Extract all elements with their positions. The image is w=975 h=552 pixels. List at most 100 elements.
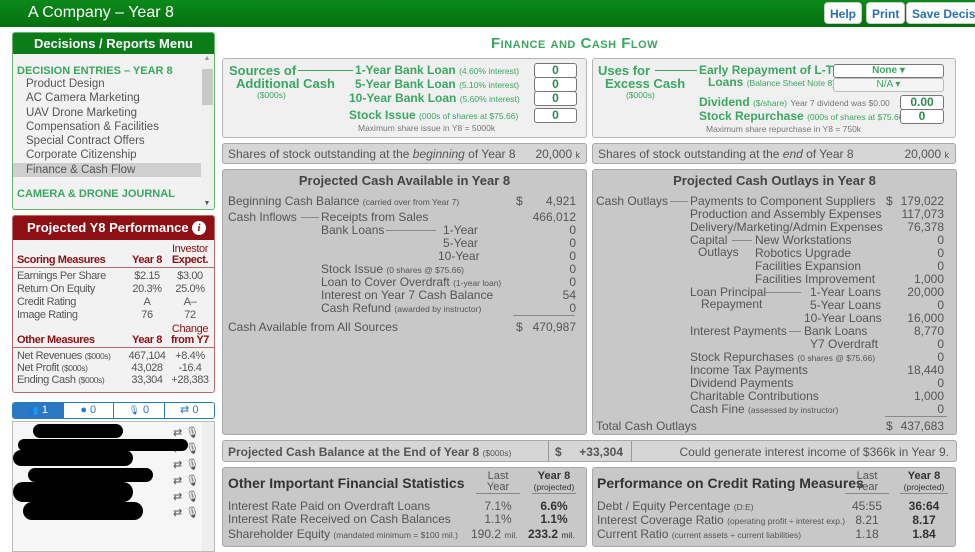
measure-label: Return On Equity <box>17 283 95 295</box>
loan-5y-input[interactable]: 0 <box>534 77 577 92</box>
scroll-up-icon[interactable]: ▲ <box>201 55 213 62</box>
early-repayment-note: (Balance Sheet Note 8) <box>746 78 836 88</box>
shares-beginning-bar: Shares of stock outstanding at the begin… <box>222 143 587 164</box>
stock-issue-input[interactable]: 0 <box>534 108 577 123</box>
tax-value: 18,440 <box>907 363 944 377</box>
col-year8: Year 8 (projected) <box>900 471 948 493</box>
redacted-area <box>33 424 123 438</box>
measure-expect: 72 <box>184 309 196 321</box>
loan-5y-row: 5-Year Bank Loan (5.10% interest) <box>355 77 519 91</box>
tax-label: Income Tax Payments <box>690 363 808 377</box>
scoring-row: Credit Rating A A– <box>17 296 211 308</box>
top-bar: A Company – Year 8 Help Print Save Decis… <box>0 0 975 27</box>
production-value: 117,073 <box>901 207 945 221</box>
stock-issue-label: Stock Issue (0 shares @ $75.66) <box>321 262 464 276</box>
measure-label: Earnings Per Share <box>17 270 106 282</box>
label: Debt / Equity Percentage <box>597 499 731 513</box>
cash-outlays-title: Projected Cash Outlays in Year 8 <box>673 173 876 188</box>
dividend-prev-note: Year 7 dividend was $0.00 <box>790 98 890 108</box>
interest-coverage-y8: 8.17 <box>912 513 936 527</box>
info-icon[interactable]: i <box>192 221 206 235</box>
total-outlays-label: Total Cash Outlays <box>596 419 697 433</box>
measure-expect: $3.00 <box>177 270 203 282</box>
redacted-area <box>23 502 143 520</box>
investor-expect-header-line2: Expect. <box>171 254 209 266</box>
current-ratio-y8: 1.84 <box>912 527 936 541</box>
measure-change: +28,383 <box>171 374 209 386</box>
current-ratio-last: 1.18 <box>855 527 879 541</box>
app-title: A Company – Year 8 <box>28 4 174 21</box>
int-bank-value: 8,770 <box>913 324 944 338</box>
row-actions[interactable]: ⇄ 🎙 <box>173 458 199 471</box>
menu-item-product-design[interactable]: Product Design <box>13 77 201 91</box>
measure-name: Ending Cash <box>17 374 76 386</box>
loan-1y-row: 1-Year Bank Loan (4.60% interest) <box>355 63 519 77</box>
row-actions[interactable]: ⇄ 🎙 <box>173 474 199 487</box>
dividend-note: ($/share) <box>753 98 788 108</box>
user-list-scrollbar[interactable] <box>202 422 214 551</box>
menu-scroll-thumb[interactable] <box>202 69 213 105</box>
label: Stock Repurchases <box>690 350 795 364</box>
tab-comments[interactable]: ● 0 <box>63 403 114 418</box>
loan-10y-value: 0 <box>569 249 576 263</box>
label-emphasis: end <box>782 147 803 161</box>
label: Cash Refund <box>321 301 392 315</box>
menu-item-uav-drone-marketing[interactable]: UAV Drone Marketing <box>13 106 201 120</box>
repurchase-input[interactable]: 0 <box>900 109 944 124</box>
tab-users[interactable]: 👥 1 <box>13 403 64 418</box>
scroll-down-icon[interactable]: ▼ <box>201 200 213 207</box>
col-text: Year 8 <box>907 470 941 482</box>
label: Beginning Cash Balance <box>228 194 360 208</box>
dividend-payments-value: 0 <box>937 376 944 390</box>
menu-item-special-contract-offers[interactable]: Special Contract Offers <box>13 134 201 148</box>
total-rule <box>513 315 575 316</box>
row-actions[interactable]: ⇄ 🎙 <box>173 506 199 519</box>
loan-10y-input[interactable]: 0 <box>534 91 577 106</box>
tab-count: 0 <box>90 404 97 416</box>
menu-scrollbar[interactable]: ▲ ▼ <box>201 55 213 209</box>
redacted-area <box>13 482 133 502</box>
dividend-input[interactable]: 0.00 <box>900 95 944 110</box>
users-icon: 👥 <box>27 405 39 415</box>
col-note: (projected) <box>903 482 945 492</box>
col-underline <box>900 493 948 494</box>
cash-fine-label: Cash Fine (assessed by instructor) <box>690 402 838 416</box>
menu-item-corporate-citizenship[interactable]: Corporate Citizenship <box>13 148 201 162</box>
row-actions[interactable]: ⇄ 🎙 <box>173 426 199 439</box>
early-repayment-loan-select[interactable]: N/A ▾ <box>833 78 944 92</box>
menu-section-camera-drone-journal[interactable]: CAMERA & DRONE JOURNAL <box>13 188 214 200</box>
early-repayment-row2: Loans (Balance Sheet Note 8) <box>708 75 835 89</box>
total-available-label: Cash Available from All Sources <box>228 320 398 334</box>
charity-value: 1,000 <box>913 389 944 403</box>
help-button[interactable]: Help <box>824 2 863 24</box>
debt-equity-label: Debt / Equity Percentage (D:E) <box>597 499 754 513</box>
row-actions[interactable]: ⇄ 🎙 <box>173 490 199 503</box>
tab-retweet[interactable]: ⇄ 0 <box>164 403 214 418</box>
label: Stock Issue <box>321 262 384 276</box>
cash-inflows-label: Cash Inflows <box>228 210 297 224</box>
connector-line <box>765 292 801 293</box>
tab-microphone[interactable]: 🎙 0 <box>114 403 165 418</box>
comments-icon: ● <box>80 404 87 416</box>
menu-section-decision-entries[interactable]: DECISION ENTRIES – YEAR 8 <box>13 65 214 77</box>
measure-name: Net Profit <box>17 362 59 374</box>
menu-item-ac-camera-marketing[interactable]: AC Camera Marketing <box>13 91 201 105</box>
cash-outlays-label: Cash Outlays <box>596 194 669 208</box>
menu-item-compensation-facilities[interactable]: Compensation & Facilities <box>13 120 201 134</box>
loan-1y-input[interactable]: 0 <box>534 63 577 78</box>
label-text: of Year 8 <box>464 147 516 161</box>
note: (0 shares @ $75.66) <box>386 265 464 275</box>
measure-unit: ($000s) <box>78 375 105 385</box>
tab-count: 0 <box>192 404 199 416</box>
overdraft-rate-y8: 6.6% <box>540 499 568 513</box>
p10y-label: 10-Year Loans <box>804 311 882 325</box>
save-decisions-button[interactable]: Save Decisi <box>906 2 975 24</box>
label: Loan to Cover Overdraft <box>321 275 450 289</box>
menu-item-finance-cash-flow[interactable]: Finance & Cash Flow <box>13 162 201 178</box>
other-measures-label: Other Measures <box>17 334 95 346</box>
print-button[interactable]: Print <box>866 2 906 24</box>
scoring-row: Earnings Per Share $2.15 $3.00 <box>17 270 211 282</box>
page-title: Finance and Cash Flow <box>491 35 659 52</box>
early-repayment-select[interactable]: None ▾ <box>833 64 944 78</box>
cash-available-title: Projected Cash Available in Year 8 <box>298 173 511 188</box>
